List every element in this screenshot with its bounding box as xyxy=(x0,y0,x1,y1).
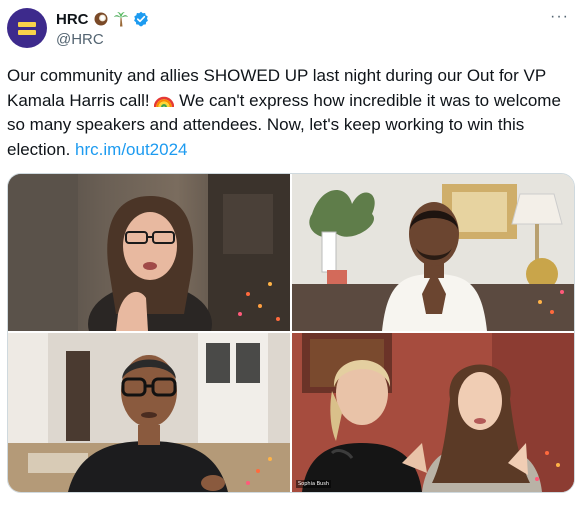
video-tile-3[interactable] xyxy=(8,333,290,492)
hrc-logo-bar xyxy=(18,22,36,27)
avatar[interactable] xyxy=(7,8,47,48)
participant-name-tag: Sophia Bush xyxy=(296,480,331,488)
more-options-icon[interactable]: ··· xyxy=(550,8,569,26)
video-tile-2[interactable] xyxy=(292,174,574,331)
name-row: HRC xyxy=(56,9,149,29)
account-handle[interactable]: @HRC xyxy=(56,31,104,48)
rainbow-icon xyxy=(154,96,175,107)
video-frame-3 xyxy=(8,333,290,492)
hrc-logo-bar xyxy=(18,30,36,35)
video-frame-4 xyxy=(292,333,574,492)
tweet: HRC @HRC ··· Our community and allies SH… xyxy=(0,0,583,506)
verified-badge-icon[interactable] xyxy=(133,11,149,27)
tweet-text: Our community and allies SHOWED UP last … xyxy=(7,64,573,162)
media-grid[interactable]: Sophia Bush xyxy=(7,173,575,493)
video-tile-4[interactable]: Sophia Bush xyxy=(292,333,574,492)
video-tile-1[interactable] xyxy=(8,174,290,331)
account-name[interactable]: HRC xyxy=(56,11,89,28)
tweet-link[interactable]: hrc.im/out2024 xyxy=(75,140,187,159)
coconut-icon xyxy=(94,12,107,26)
video-frame-1 xyxy=(8,174,290,331)
video-frame-2 xyxy=(292,174,574,331)
palm-tree-icon xyxy=(113,12,128,27)
